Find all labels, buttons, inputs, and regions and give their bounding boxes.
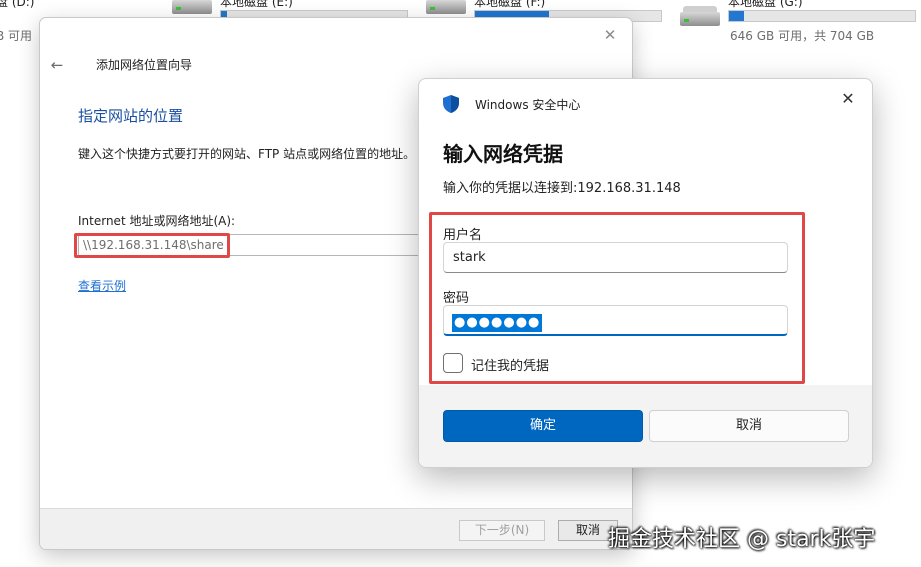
back-arrow-icon[interactable]: ← [46, 54, 68, 76]
drive-free-space: 646 GB 可用，共 704 GB [730, 29, 875, 43]
wizard-footer: 下一步(N) 取消 [40, 508, 632, 549]
drive-name: 本地磁盘 (D:) [0, 0, 35, 9]
drive-free-space: B 可用 [0, 29, 33, 43]
view-examples-link[interactable]: 查看示例 [78, 277, 126, 294]
close-icon[interactable]: ✕ [598, 24, 622, 46]
hard-drive-icon [426, 0, 466, 16]
highlight-box [74, 233, 230, 258]
ok-button[interactable]: 确定 [443, 410, 643, 442]
next-button[interactable]: 下一步(N) [459, 520, 545, 541]
wizard-heading: 指定网站的位置 [78, 107, 184, 125]
hard-drive-icon [680, 6, 720, 28]
close-icon[interactable]: ✕ [836, 88, 860, 110]
drive-usage-bar [728, 10, 916, 22]
dialog-titlebar: Windows 安全中心 ✕ [419, 79, 872, 127]
watermark-text: 掘金技术社区 @ stark张宇 [608, 527, 876, 552]
drive-name: 本地磁盘 (F:) [474, 0, 546, 9]
drive-name: 本地磁盘 (G:) [728, 0, 803, 9]
dialog-app-title: Windows 安全中心 [475, 98, 581, 112]
cancel-button[interactable]: 取消 [649, 410, 849, 442]
wizard-description: 键入这个快捷方式要打开的网站、FTP 站点或网络位置的地址。 [78, 147, 416, 161]
dialog-footer: 确定 取消 [419, 385, 872, 467]
dialog-heading: 输入网络凭据 [443, 142, 563, 166]
windows-security-dialog: Windows 安全中心 ✕ 输入网络凭据 输入你的凭据以连接到:192.168… [418, 78, 873, 468]
hard-drive-icon [172, 0, 212, 16]
shield-icon [443, 95, 459, 113]
drive-name: 本地磁盘 (E:) [220, 0, 293, 9]
address-label: Internet 地址或网络地址(A): [78, 214, 236, 228]
wizard-title: 添加网络位置向导 [96, 58, 193, 72]
dialog-subtitle: 输入你的凭据以连接到:192.168.31.148 [443, 181, 681, 196]
highlight-box [429, 212, 805, 384]
